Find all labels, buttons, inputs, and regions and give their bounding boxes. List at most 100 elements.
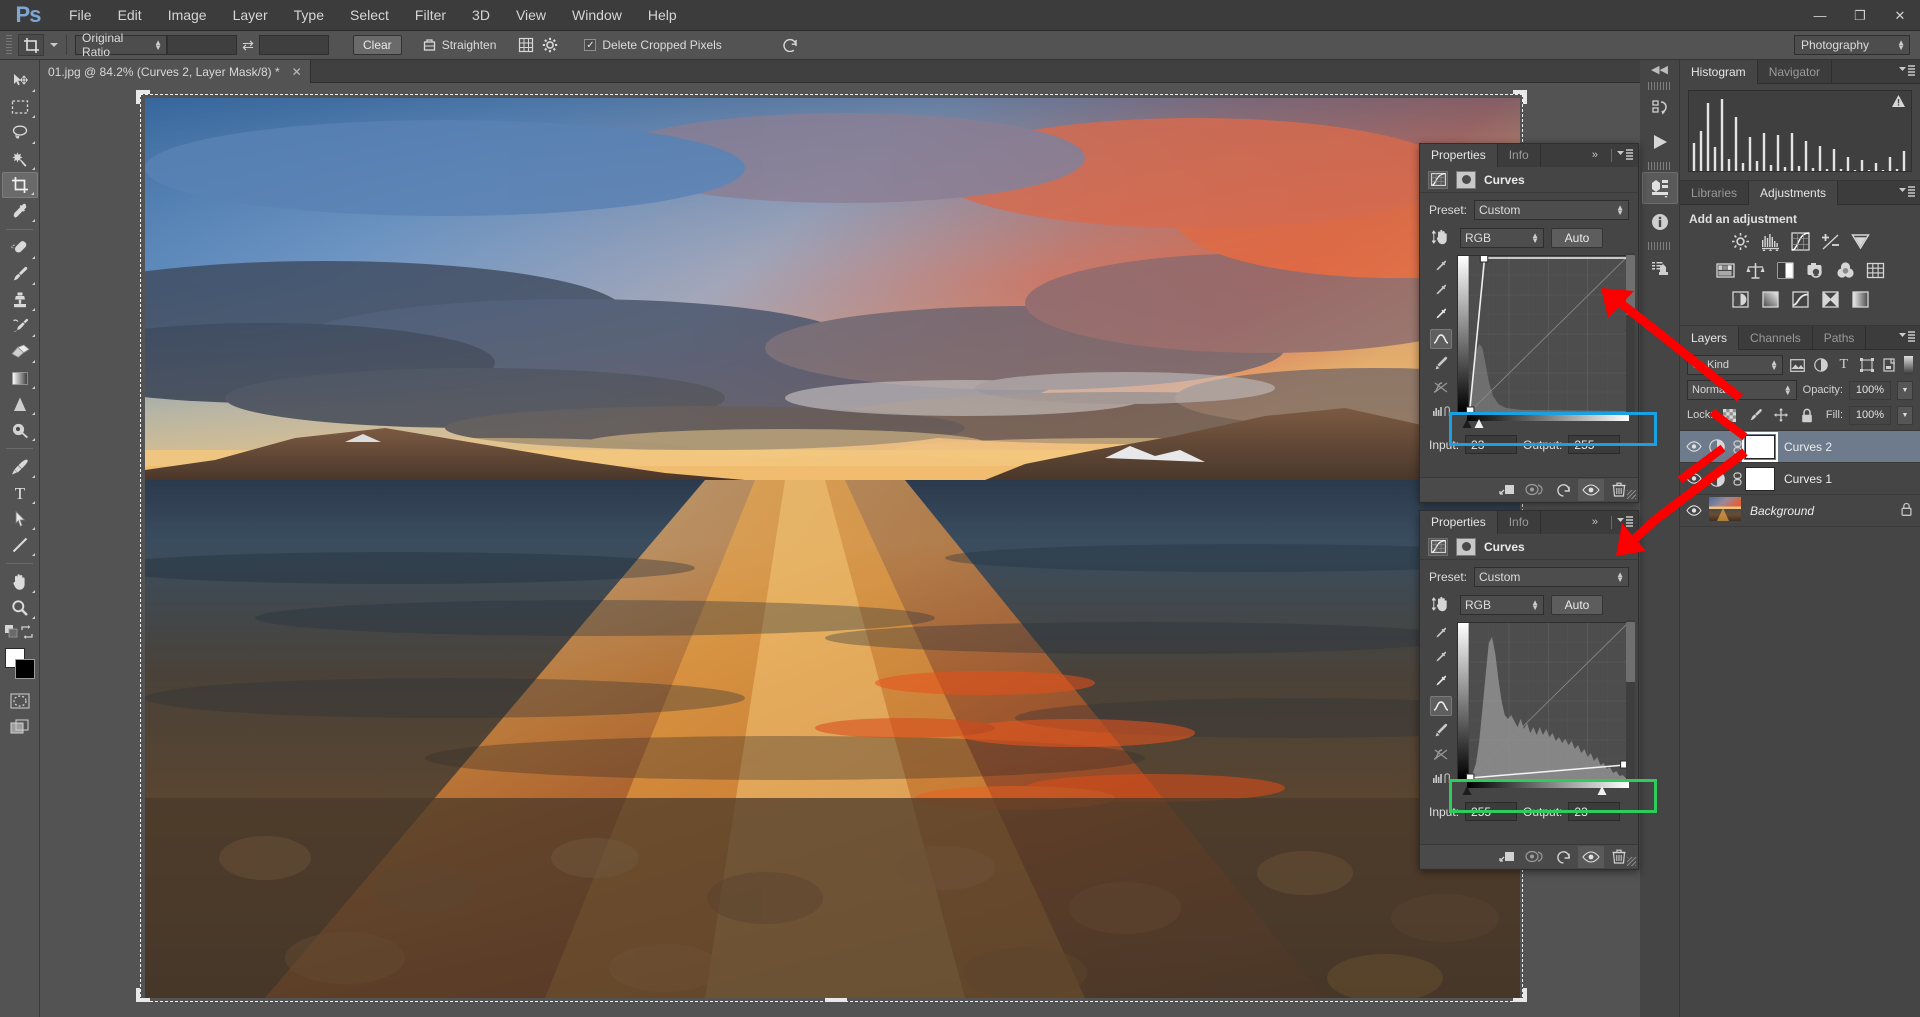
minimize-button[interactable]: —: [1800, 0, 1840, 31]
tab-info[interactable]: Info: [1498, 511, 1541, 534]
swap-colors-icon[interactable]: [20, 625, 34, 642]
straighten-icon[interactable]: [418, 34, 442, 56]
curve-graph[interactable]: [1457, 255, 1629, 413]
eyedropper-gray-icon[interactable]: [1430, 648, 1452, 668]
menu-type[interactable]: Type: [281, 0, 337, 31]
smart-object-filter-icon[interactable]: [1881, 355, 1898, 375]
lock-position-icon[interactable]: [1771, 405, 1791, 425]
curves-adjustment-icon[interactable]: [1428, 171, 1448, 189]
channel-select[interactable]: RGB ▲▼: [1460, 595, 1544, 615]
crop-handle-top-right-v[interactable]: [1523, 90, 1527, 104]
lasso-tool[interactable]: [2, 120, 38, 146]
eyedropper-gray-icon[interactable]: [1430, 281, 1452, 301]
adjustment-layer-thumbnail[interactable]: [1705, 439, 1729, 455]
straighten-label[interactable]: Straighten: [442, 38, 497, 52]
curve-point-icon[interactable]: [1430, 696, 1452, 716]
brightness-contrast-icon[interactable]: [1729, 230, 1751, 252]
opacity-chevron-down-icon[interactable]: ▼: [1897, 381, 1913, 400]
crop-ratio-select[interactable]: Original Ratio ▲▼: [75, 35, 167, 55]
expand-chevrons-icon[interactable]: »: [1592, 511, 1598, 534]
restore-button[interactable]: ❐: [1840, 0, 1880, 31]
vibrance-icon[interactable]: [1849, 230, 1871, 252]
threshold-icon[interactable]: [1789, 288, 1811, 310]
tab-layers[interactable]: Layers: [1680, 326, 1739, 350]
selective-color-icon[interactable]: [1819, 288, 1841, 310]
options-bar-grip[interactable]: [6, 35, 12, 55]
foreground-background-colors[interactable]: [2, 648, 38, 682]
rectangular-marquee-tool[interactable]: [2, 94, 38, 120]
panel-menu-icon[interactable]: [1899, 330, 1915, 346]
smooth-curve-icon[interactable]: [1430, 744, 1452, 764]
exposure-icon[interactable]: [1819, 230, 1841, 252]
invert-icon[interactable]: [1729, 288, 1751, 310]
panel-scrollbar[interactable]: [1626, 620, 1635, 780]
lock-image-pixels-icon[interactable]: [1745, 405, 1765, 425]
menu-edit[interactable]: Edit: [105, 0, 155, 31]
layer-link-icon[interactable]: [1729, 472, 1745, 486]
posterize-icon[interactable]: [1759, 288, 1781, 310]
layer-row-curves-1[interactable]: Curves 1: [1680, 463, 1920, 495]
histogram-display[interactable]: [1688, 90, 1912, 172]
black-white-icon[interactable]: [1774, 259, 1796, 281]
dock-group-grip-3[interactable]: [1648, 242, 1671, 250]
close-icon[interactable]: ✕: [292, 65, 302, 79]
layer-mask-icon[interactable]: [1456, 171, 1476, 189]
dock-group-grip[interactable]: [1648, 82, 1671, 90]
curve-display-options-icon[interactable]: [1430, 401, 1452, 421]
reset-icon[interactable]: [778, 34, 802, 56]
layer-mask-thumbnail[interactable]: [1745, 435, 1775, 459]
background-color-swatch[interactable]: [15, 659, 35, 679]
tab-properties[interactable]: Properties: [1420, 511, 1498, 534]
tab-properties[interactable]: Properties: [1420, 144, 1498, 167]
tab-channels[interactable]: Channels: [1739, 326, 1813, 350]
curves-adjustment-icon[interactable]: [1428, 538, 1448, 556]
eyedropper-black-icon[interactable]: [1430, 257, 1452, 277]
layer-visibility-toggle[interactable]: [1683, 441, 1705, 452]
color-lookup-icon[interactable]: [1864, 259, 1886, 281]
brush-tool[interactable]: [2, 261, 38, 287]
menu-select[interactable]: Select: [337, 0, 402, 31]
menu-layer[interactable]: Layer: [220, 0, 281, 31]
menu-file[interactable]: File: [56, 0, 105, 31]
lock-transparent-pixels-icon[interactable]: [1719, 405, 1739, 425]
properties-panel-curves-2[interactable]: Properties Info » Curves Preset: Custom …: [1419, 143, 1639, 503]
tab-adjustments[interactable]: Adjustments: [1749, 181, 1838, 205]
properties-panel-button[interactable]: [1642, 172, 1678, 204]
layer-visibility-toggle[interactable]: [1683, 473, 1705, 484]
quick-selection-tool[interactable]: [2, 146, 38, 172]
filter-toggle-switch[interactable]: [1904, 356, 1913, 374]
input-value-field[interactable]: 23: [1465, 435, 1517, 454]
panel-resize-grip[interactable]: [1627, 857, 1636, 866]
close-button[interactable]: ✕: [1880, 0, 1920, 31]
tab-libraries[interactable]: Libraries: [1680, 181, 1749, 205]
document-tab[interactable]: 01.jpg @ 84.2% (Curves 2, Layer Mask/8) …: [40, 60, 311, 83]
layer-mask-icon[interactable]: [1456, 538, 1476, 556]
fill-chevron-down-icon[interactable]: ▼: [1897, 406, 1913, 425]
layer-visibility-toggle[interactable]: [1683, 505, 1705, 516]
adjustment-filter-icon[interactable]: [1812, 355, 1829, 375]
history-panel-button[interactable]: [1642, 92, 1678, 124]
curve-display-options-icon[interactable]: [1430, 768, 1452, 788]
layer-name[interactable]: Curves 2: [1784, 440, 1832, 454]
canvas-area[interactable]: [40, 83, 1640, 1017]
info-panel-button[interactable]: [1642, 206, 1678, 238]
blur-tool[interactable]: [2, 391, 38, 417]
expand-chevrons-icon[interactable]: »: [1592, 144, 1598, 167]
layer-filter-kind-select[interactable]: Kind ▲▼: [1687, 355, 1783, 375]
layer-row-curves-2[interactable]: Curves 2: [1680, 431, 1920, 463]
adjustment-layer-thumbnail[interactable]: [1705, 471, 1729, 487]
eyedropper-white-icon[interactable]: [1430, 672, 1452, 692]
crop-height-input[interactable]: [259, 35, 329, 55]
type-tool[interactable]: T: [2, 480, 38, 506]
preset-select[interactable]: Custom ▲▼: [1474, 200, 1629, 220]
pencil-icon[interactable]: [1430, 720, 1452, 740]
collapse-panels-icon[interactable]: ◀◀: [1640, 60, 1679, 78]
menu-image[interactable]: Image: [155, 0, 220, 31]
input-value-field[interactable]: 255: [1465, 802, 1517, 821]
crop-overlay-icon[interactable]: [514, 34, 538, 56]
clear-button[interactable]: Clear: [353, 35, 402, 55]
type-filter-icon[interactable]: T: [1835, 355, 1852, 375]
dock-group-grip-2[interactable]: [1648, 162, 1671, 170]
crop-tool[interactable]: [2, 172, 38, 198]
view-previous-state-icon[interactable]: [1522, 479, 1548, 501]
